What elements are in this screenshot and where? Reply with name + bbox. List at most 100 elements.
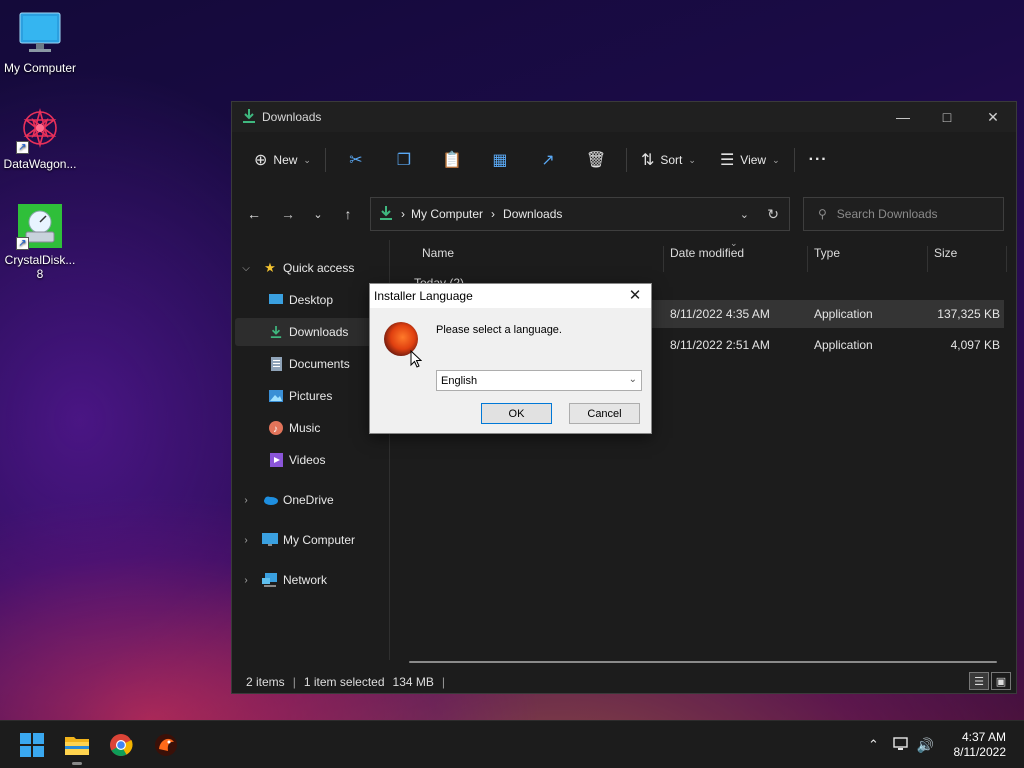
sidebar-onedrive[interactable]: › OneDrive bbox=[235, 486, 390, 514]
sidebar-item-music[interactable]: ♪ Music bbox=[235, 414, 390, 442]
column-header-size[interactable]: Size bbox=[934, 246, 957, 260]
network-icon bbox=[261, 572, 279, 588]
sort-button[interactable]: ⇅ Sort ⌄ bbox=[633, 144, 704, 176]
minimize-button[interactable]: — bbox=[880, 102, 926, 132]
taskbar-clock[interactable]: 4:37 AM 8/11/2022 bbox=[954, 730, 1007, 760]
taskbar-chrome[interactable] bbox=[103, 729, 139, 761]
crystaldisk-icon: ↗ bbox=[16, 202, 64, 250]
sidebar-item-pictures[interactable]: Pictures bbox=[235, 382, 390, 410]
network-icon[interactable] bbox=[893, 736, 909, 754]
dialog-title[interactable]: Installer Language bbox=[370, 284, 651, 308]
rename-icon[interactable]: ▦ bbox=[476, 150, 524, 170]
chrome-icon bbox=[110, 734, 133, 756]
clock-date: 8/11/2022 bbox=[953, 745, 1007, 759]
sidebar-network[interactable]: › Network bbox=[235, 566, 390, 594]
command-bar: ⊕ New ⌄ ✂ ❐ 📋 ▦ ↗ 🗑 ⇅ Sort ⌄ ☰ View ⌄ ··… bbox=[232, 138, 1016, 182]
sidebar-quick-access[interactable]: ⌵ ★ Quick access bbox=[235, 254, 390, 282]
desktop-icon-label: My Computer bbox=[3, 61, 77, 75]
maximize-button[interactable]: □ bbox=[924, 102, 970, 132]
recent-locations-button[interactable]: ⌄ bbox=[304, 197, 332, 231]
sidebar-item-downloads[interactable]: Downloads bbox=[235, 318, 390, 346]
cancel-button[interactable]: Cancel bbox=[569, 403, 640, 424]
selection-size: 134 MB bbox=[392, 675, 434, 689]
search-input[interactable]: ⚲ Search Downloads bbox=[803, 197, 1004, 231]
dialog-close-icon[interactable]: ✕ bbox=[625, 286, 645, 306]
column-separator[interactable] bbox=[663, 246, 664, 272]
chevron-down-icon[interactable]: ⌵ bbox=[239, 263, 253, 274]
monitor-icon bbox=[261, 532, 279, 548]
chevron-right-icon[interactable]: › bbox=[239, 575, 253, 586]
sort-icon: ⇅ bbox=[640, 152, 655, 169]
search-icon: ⚲ bbox=[818, 207, 827, 221]
desktop-icon bbox=[267, 292, 285, 308]
column-separator[interactable] bbox=[927, 246, 928, 272]
item-count: 2 items bbox=[246, 675, 285, 689]
forward-button[interactable]: → bbox=[274, 197, 302, 231]
download-icon bbox=[379, 205, 393, 224]
file-size: 137,325 KB bbox=[937, 307, 1000, 321]
column-header-date-modified[interactable]: Date modified bbox=[670, 246, 744, 260]
refresh-icon[interactable]: ↻ bbox=[767, 206, 779, 223]
desktop-icon-datawagon[interactable]: ↗ DataWagon... bbox=[0, 106, 80, 171]
download-icon bbox=[242, 108, 256, 127]
star-icon: ★ bbox=[264, 260, 276, 275]
taskbar-file-explorer[interactable] bbox=[59, 729, 95, 765]
address-bar[interactable]: › My Computer › Downloads ⌄ ↻ bbox=[370, 197, 790, 231]
breadcrumb-my-computer[interactable]: My Computer bbox=[411, 207, 483, 221]
selection-count: 1 item selected bbox=[303, 675, 385, 689]
copy-icon[interactable]: ❐ bbox=[380, 150, 428, 170]
column-separator[interactable] bbox=[1006, 246, 1007, 272]
status-separator: | bbox=[441, 675, 446, 689]
new-button[interactable]: ⊕ New ⌄ bbox=[246, 144, 319, 176]
details-view-button[interactable]: ☰ bbox=[969, 672, 989, 690]
desktop-icon-label: DataWagon... bbox=[3, 157, 77, 171]
desktop-icon-crystaldisk[interactable]: ↗ CrystalDisk... 8 bbox=[0, 202, 80, 281]
dialog-message: Please select a language. bbox=[436, 324, 562, 336]
column-separator[interactable] bbox=[807, 246, 808, 272]
toolbar-separator bbox=[793, 148, 795, 172]
column-header-type[interactable]: Type bbox=[814, 246, 840, 260]
desktop-icon-label: CrystalDisk... 8 bbox=[4, 253, 76, 281]
sidebar-item-documents[interactable]: Documents bbox=[235, 350, 390, 378]
file-type: Application bbox=[814, 338, 873, 352]
cloud-icon bbox=[261, 492, 279, 508]
clock-time: 4:37 AM bbox=[961, 730, 1006, 744]
paste-icon[interactable]: 📋 bbox=[428, 150, 476, 170]
installer-app-icon bbox=[155, 734, 177, 756]
address-dropdown-icon[interactable]: ⌄ bbox=[740, 208, 749, 221]
column-header-name[interactable]: Name bbox=[422, 246, 454, 260]
up-button[interactable]: ↑ bbox=[334, 197, 362, 231]
file-size: 4,097 KB bbox=[950, 338, 1000, 352]
close-button[interactable]: ✕ bbox=[970, 102, 1016, 132]
view-button[interactable]: ☰ View ⌄ bbox=[712, 144, 788, 176]
sidebar-item-videos[interactable]: Videos bbox=[235, 446, 390, 474]
horizontal-scrollbar[interactable] bbox=[409, 661, 997, 663]
windows-logo-icon bbox=[20, 733, 44, 757]
chevron-right-icon[interactable]: › bbox=[239, 495, 253, 506]
more-options-button[interactable]: ··· bbox=[801, 144, 836, 176]
folder-icon bbox=[65, 737, 89, 755]
chevron-up-icon[interactable]: ⌃ bbox=[868, 737, 879, 753]
language-select[interactable]: English ⌄ bbox=[436, 370, 642, 391]
breadcrumb-downloads[interactable]: Downloads bbox=[503, 207, 562, 221]
monitor-icon bbox=[16, 10, 64, 58]
sidebar-my-computer[interactable]: › My Computer bbox=[235, 526, 390, 554]
file-date: 8/11/2022 2:51 AM bbox=[670, 338, 770, 352]
status-bar: 2 items | 1 item selected 134 MB | bbox=[246, 675, 453, 689]
share-icon[interactable]: ↗ bbox=[524, 150, 572, 170]
volume-icon[interactable]: 🔊 bbox=[917, 737, 934, 754]
mouse-cursor-icon bbox=[410, 349, 423, 371]
back-button[interactable]: ← bbox=[240, 197, 268, 231]
shortcut-arrow-icon: ↗ bbox=[16, 237, 29, 250]
cut-icon[interactable]: ✂ bbox=[332, 150, 380, 170]
chevron-right-icon[interactable]: › bbox=[239, 535, 253, 546]
delete-icon[interactable]: 🗑 bbox=[572, 150, 620, 170]
taskbar-installer-app[interactable] bbox=[148, 729, 184, 761]
svg-text:♪: ♪ bbox=[273, 424, 278, 435]
ok-button[interactable]: OK bbox=[481, 403, 552, 424]
start-button[interactable] bbox=[14, 729, 50, 761]
tiles-view-button[interactable]: ▣ bbox=[991, 672, 1011, 690]
plus-circle-icon: ⊕ bbox=[254, 152, 268, 169]
desktop-icon-my-computer[interactable]: My Computer bbox=[0, 10, 80, 75]
sidebar-item-desktop[interactable]: Desktop bbox=[235, 286, 390, 314]
